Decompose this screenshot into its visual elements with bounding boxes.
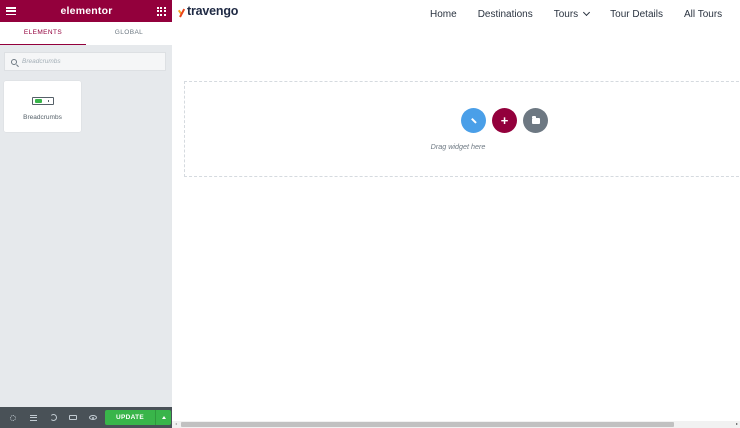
history-button[interactable] xyxy=(43,407,63,428)
nav-item-destinations[interactable]: Destinations xyxy=(478,9,533,20)
horizontal-scrollbar[interactable] xyxy=(172,421,740,428)
search-icon xyxy=(11,58,17,65)
drop-zone[interactable]: + Drag widget here xyxy=(184,81,740,177)
logo-text: travengo xyxy=(187,4,239,18)
settings-button[interactable] xyxy=(3,407,23,428)
nav-label: Home xyxy=(430,8,457,20)
plus-icon: + xyxy=(500,113,509,128)
history-icon xyxy=(49,414,57,421)
widgets-grid-icon[interactable] xyxy=(156,6,166,16)
nav-item-all-tours[interactable]: All Tours xyxy=(684,9,722,20)
chevron-down-icon xyxy=(583,8,591,17)
widget-search-input[interactable] xyxy=(22,58,159,65)
menu-icon[interactable] xyxy=(6,7,16,15)
tab-global[interactable]: GLOBAL xyxy=(86,22,172,45)
scrollbar-thumb[interactable] xyxy=(181,422,674,427)
elementor-panel: elementor ELEMENTS GLOBAL Breadcrumbs UP… xyxy=(0,0,172,428)
nav-label: Tour Details xyxy=(610,8,663,20)
widget-label: Breadcrumbs xyxy=(23,114,62,121)
add-template-button[interactable] xyxy=(523,108,548,133)
chevron-up-icon xyxy=(161,416,166,419)
navigator-icon xyxy=(29,414,37,421)
nav-label: Tours xyxy=(553,8,579,20)
settings-icon xyxy=(10,414,16,421)
scroll-right-icon[interactable] xyxy=(736,423,738,425)
panel-footer: UPDATE xyxy=(0,407,172,428)
preview-button[interactable] xyxy=(83,407,103,428)
nav-item-tours[interactable]: Tours xyxy=(553,8,591,20)
drop-zone-text: Drag widget here xyxy=(430,142,486,151)
site-logo[interactable]: travengo xyxy=(178,4,238,18)
drop-zone-actions: + xyxy=(461,108,548,133)
elementor-logo: elementor xyxy=(60,5,113,17)
site-preview: travengo Home Destinations Tours Tour De… xyxy=(172,0,740,428)
save-options-button[interactable] xyxy=(155,410,171,425)
update-button[interactable]: UPDATE xyxy=(105,410,155,425)
panel-tabs: ELEMENTS GLOBAL xyxy=(0,22,172,45)
widget-search xyxy=(4,52,166,71)
logo-check-icon xyxy=(178,5,186,18)
navigator-button[interactable] xyxy=(23,407,43,428)
scroll-left-icon[interactable] xyxy=(175,423,177,425)
add-section-button[interactable]: + xyxy=(492,108,517,133)
preview-icon xyxy=(89,415,97,420)
nav-label: All Tours xyxy=(683,8,723,20)
tab-elements[interactable]: ELEMENTS xyxy=(0,22,86,45)
site-nav: Home Destinations Tours Tour Details All… xyxy=(430,0,722,28)
nav-item-home[interactable]: Home xyxy=(430,9,457,20)
panel-header: elementor xyxy=(0,0,172,22)
widget-breadcrumbs[interactable]: Breadcrumbs xyxy=(4,81,81,132)
breadcrumbs-icon xyxy=(31,97,54,105)
ai-button[interactable] xyxy=(461,108,486,133)
responsive-mode-icon xyxy=(69,415,77,420)
nav-item-tour-details[interactable]: Tour Details xyxy=(610,9,663,20)
responsive-mode-button[interactable] xyxy=(63,407,83,428)
magic-wand-icon xyxy=(470,117,477,124)
nav-label: Destinations xyxy=(477,8,533,20)
folder-icon xyxy=(531,116,540,124)
